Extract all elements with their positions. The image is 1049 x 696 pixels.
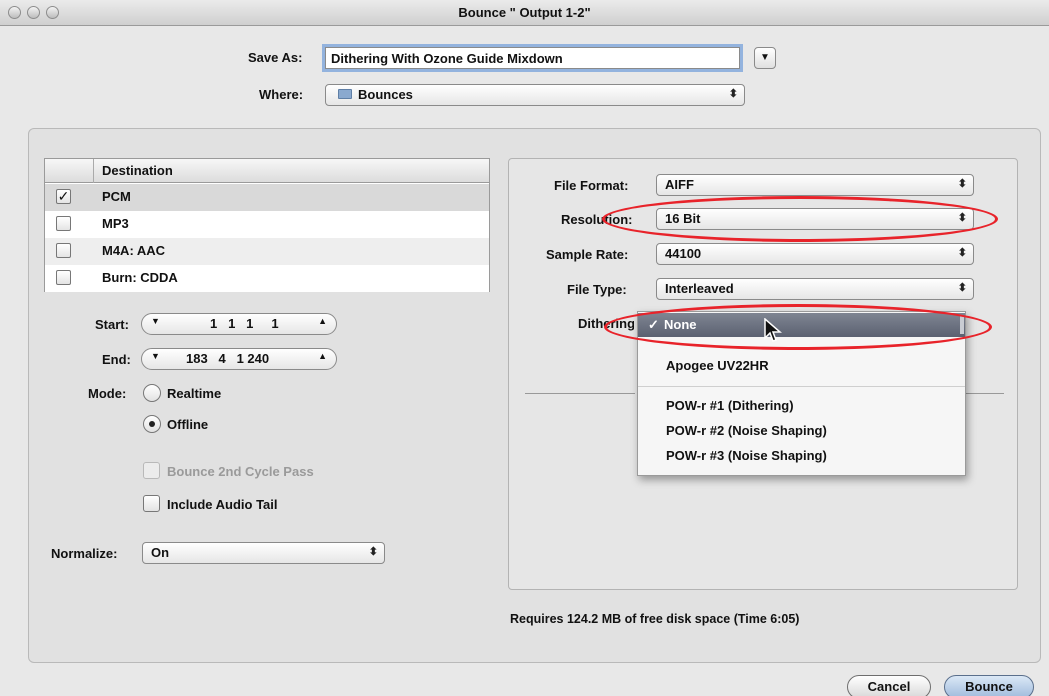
file-type-label: File Type:: [567, 282, 627, 297]
include-audio-tail-label: Include Audio Tail: [167, 497, 278, 512]
offline-radio[interactable]: [143, 415, 161, 433]
file-type-value: Interleaved: [665, 281, 734, 296]
normalize-value: On: [151, 545, 170, 560]
menu-item-label: Apogee UV22HR: [666, 358, 769, 373]
destination-row-pcm[interactable]: ✓ PCM: [45, 184, 489, 211]
menu-item-pow-r-1[interactable]: POW-r #1 (Dithering): [638, 394, 965, 418]
include-audio-tail-checkbox[interactable]: [143, 495, 160, 512]
sample-rate-popup[interactable]: 44100 ⬍: [656, 243, 974, 265]
save-as-label: Save As:: [248, 50, 303, 65]
start-value: 1 1 1 1: [210, 316, 279, 331]
resolution-highlight-ring: [602, 196, 998, 242]
cancel-button[interactable]: Cancel: [847, 675, 931, 696]
chevron-down-icon: ▼: [760, 52, 770, 63]
file-format-label: File Format:: [554, 178, 629, 193]
checkmark-icon: ✓: [57, 188, 70, 204]
popup-arrows-icon: ⬍: [957, 282, 967, 294]
decrement-arrow-icon[interactable]: ▼: [151, 351, 160, 361]
destination-name: MP3: [102, 216, 129, 231]
end-label: End:: [102, 352, 131, 367]
m4a-checkbox[interactable]: [56, 243, 71, 258]
bounce-2nd-cycle-label: Bounce 2nd Cycle Pass: [167, 464, 314, 479]
menu-separator: [638, 386, 965, 387]
menu-item-label: POW-r #2 (Noise Shaping): [666, 423, 827, 438]
menu-item-label: POW-r #1 (Dithering): [666, 398, 794, 413]
title-bar: Bounce " Output 1-2": [0, 0, 1049, 26]
normalize-popup[interactable]: On ⬍: [142, 542, 385, 564]
destination-row-mp3[interactable]: MP3: [45, 211, 489, 238]
file-format-popup[interactable]: AIFF ⬍: [656, 174, 974, 196]
sample-rate-value: 44100: [665, 246, 702, 261]
menu-item-label: POW-r #3 (Noise Shaping): [666, 448, 827, 463]
realtime-radio[interactable]: [143, 384, 161, 402]
sample-rate-label: Sample Rate:: [546, 247, 629, 262]
file-format-value: AIFF: [665, 177, 694, 192]
where-popup[interactable]: Bounces ⬍: [325, 84, 745, 106]
destination-table-header: Destination: [45, 159, 489, 183]
end-value: 183 4 1 240: [186, 351, 270, 366]
divider: [964, 393, 1004, 394]
expand-browser-button[interactable]: ▼: [754, 47, 776, 69]
end-position-field[interactable]: ▼ 183 4 1 240 ▲: [141, 348, 337, 370]
destination-name: PCM: [102, 189, 131, 204]
menu-item-pow-r-2[interactable]: POW-r #2 (Noise Shaping): [638, 419, 965, 443]
folder-icon: [338, 89, 352, 99]
bounce-2nd-cycle-checkbox[interactable]: [143, 462, 160, 479]
pcm-checkbox[interactable]: ✓: [56, 189, 71, 204]
increment-arrow-icon[interactable]: ▲: [318, 351, 327, 361]
file-type-popup[interactable]: Interleaved ⬍: [656, 278, 974, 300]
divider: [525, 393, 635, 394]
window-title: Bounce " Output 1-2": [458, 5, 591, 20]
save-as-input[interactable]: Dithering With Ozone Guide Mixdown: [325, 47, 740, 69]
column-separator: [93, 159, 94, 183]
destination-name: M4A: AAC: [102, 243, 166, 258]
disk-space-info: Requires 124.2 MB of free disk space (Ti…: [510, 612, 800, 626]
decrement-arrow-icon[interactable]: ▼: [151, 316, 160, 326]
menu-item-pow-r-3[interactable]: POW-r #3 (Noise Shaping): [638, 444, 965, 468]
bounce-button[interactable]: Bounce: [944, 675, 1034, 696]
destination-table: Destination ✓ PCM MP3 M4A: AAC Burn: CDD…: [44, 158, 490, 292]
destination-row-cdda[interactable]: Burn: CDDA: [45, 265, 489, 292]
destination-name: Burn: CDDA: [102, 270, 178, 285]
menu-item-apogee[interactable]: Apogee UV22HR: [638, 354, 965, 378]
normalize-label: Normalize:: [51, 546, 118, 561]
mode-label: Mode:: [88, 386, 127, 401]
destination-header-label: Destination: [102, 163, 173, 178]
dithering-highlight-ring: [604, 304, 992, 350]
increment-arrow-icon[interactable]: ▲: [318, 316, 327, 326]
destination-row-m4a[interactable]: M4A: AAC: [45, 238, 489, 265]
where-label: Where:: [259, 87, 304, 102]
mp3-checkbox[interactable]: [56, 216, 71, 231]
realtime-label: Realtime: [167, 386, 222, 401]
popup-arrows-icon: ⬍: [368, 546, 378, 558]
offline-label: Offline: [167, 417, 209, 432]
where-value: Bounces: [358, 87, 413, 102]
start-label: Start:: [95, 317, 129, 332]
bounce-dialog: Bounce " Output 1-2" Save As: Dithering …: [0, 0, 1049, 696]
popup-arrows-icon: ⬍: [957, 178, 967, 190]
cdda-checkbox[interactable]: [56, 270, 71, 285]
popup-arrows-icon: ⬍: [957, 247, 967, 259]
start-position-field[interactable]: ▼ 1 1 1 1 ▲: [141, 313, 337, 335]
popup-arrows-icon: ⬍: [728, 88, 738, 100]
